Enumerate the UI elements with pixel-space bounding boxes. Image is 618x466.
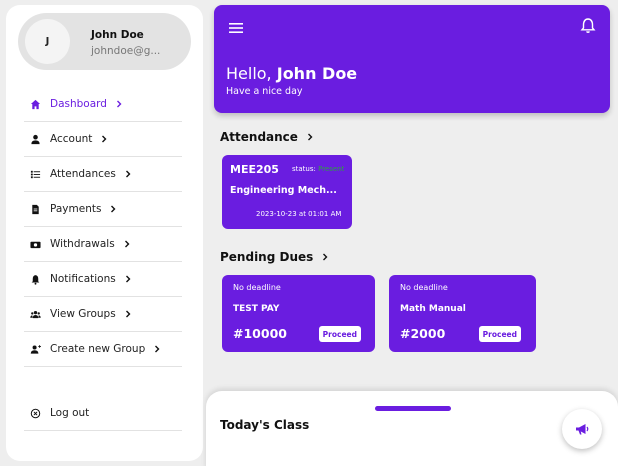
todays-class-sheet[interactable]: Today's Class xyxy=(206,391,618,466)
due-deadline: No deadline xyxy=(233,283,281,292)
due-card[interactable]: No deadline TEST PAY #10000 Proceed xyxy=(222,275,375,352)
logout-button[interactable]: Log out xyxy=(24,396,182,431)
sidebar-item-notifications[interactable]: Notifications xyxy=(24,262,182,297)
list-icon xyxy=(28,167,42,181)
pending-dues-title: Pending Dues xyxy=(220,250,314,264)
profile-card[interactable]: J John Doe johndoe@g... xyxy=(18,13,191,70)
profile-name: John Doe xyxy=(91,29,144,41)
greeting-prefix: Hello, xyxy=(226,64,272,83)
sidebar-item-label: Notifications xyxy=(50,273,116,285)
proceed-button[interactable]: Proceed xyxy=(478,326,521,342)
attendance-status: status: Present xyxy=(292,165,344,173)
money-icon xyxy=(28,237,42,251)
header-card: Hello, John Doe Have a nice day xyxy=(214,5,610,113)
megaphone-fab-button[interactable] xyxy=(562,409,602,449)
sidebar-item-withdrawals[interactable]: Withdrawals xyxy=(24,227,182,262)
todays-class-title: Today's Class xyxy=(220,418,310,432)
sidebar: J John Doe johndoe@g... Dashboard Accoun… xyxy=(6,5,203,461)
chevron-right-icon xyxy=(109,205,117,213)
greeting: Hello, John Doe xyxy=(226,64,357,83)
chevron-right-icon xyxy=(124,310,132,318)
sidebar-item-create-group[interactable]: Create new Group xyxy=(24,332,182,367)
home-icon xyxy=(28,97,42,111)
profile-email: johndoe@g... xyxy=(91,45,161,57)
chevron-right-icon xyxy=(124,170,132,178)
sidebar-nav: Dashboard Account Attendances Payments W… xyxy=(24,87,182,367)
bell-icon xyxy=(28,272,42,286)
sidebar-item-dashboard[interactable]: Dashboard xyxy=(24,87,182,122)
megaphone-icon xyxy=(574,421,590,437)
sidebar-item-label: Create new Group xyxy=(50,343,146,355)
sidebar-item-label: Attendances xyxy=(50,168,116,180)
due-deadline: No deadline xyxy=(400,283,448,292)
due-amount: #2000 xyxy=(400,326,446,341)
chevron-right-icon xyxy=(100,135,108,143)
chevron-right-icon xyxy=(124,275,132,283)
chevron-right-icon xyxy=(123,240,131,248)
person-icon xyxy=(28,132,42,146)
attendance-card[interactable]: MEE205 status: Present Engineering Mech.… xyxy=(222,155,352,229)
sidebar-item-label: Account xyxy=(50,133,93,145)
avatar: J xyxy=(25,19,70,64)
greeting-name: John Doe xyxy=(276,64,358,83)
bell-icon[interactable] xyxy=(580,17,596,34)
sidebar-item-label: Withdrawals xyxy=(50,238,115,250)
sidebar-item-label: Payments xyxy=(50,203,102,215)
receipt-icon xyxy=(28,202,42,216)
menu-icon[interactable] xyxy=(228,20,244,34)
proceed-button[interactable]: Proceed xyxy=(318,326,361,342)
chevron-right-icon xyxy=(306,133,314,141)
logout-label: Log out xyxy=(50,407,90,419)
sidebar-item-payments[interactable]: Payments xyxy=(24,192,182,227)
status-label: status: xyxy=(292,165,316,173)
pending-dues-section-title[interactable]: Pending Dues xyxy=(220,250,329,264)
due-amount: #10000 xyxy=(233,326,287,341)
attendance-section-title[interactable]: Attendance xyxy=(220,130,314,144)
sidebar-item-label: Dashboard xyxy=(50,98,107,110)
sidebar-item-view-groups[interactable]: View Groups xyxy=(24,297,182,332)
logout-icon xyxy=(28,406,42,420)
course-code: MEE205 xyxy=(230,163,279,176)
add-person-icon xyxy=(28,342,42,356)
chevron-right-icon xyxy=(321,253,329,261)
group-icon xyxy=(28,307,42,321)
sidebar-item-account[interactable]: Account xyxy=(24,122,182,157)
due-name: Math Manual xyxy=(400,304,466,314)
status-badge: Present xyxy=(318,165,345,173)
chevron-right-icon xyxy=(115,100,123,108)
attendance-date: 2023-10-23 at 01:01 AM xyxy=(256,210,342,218)
attendance-title: Attendance xyxy=(220,130,298,144)
course-name: Engineering Mech... xyxy=(230,185,337,196)
sidebar-item-attendances[interactable]: Attendances xyxy=(24,157,182,192)
sidebar-item-label: View Groups xyxy=(50,308,116,320)
chevron-right-icon xyxy=(153,345,161,353)
due-card[interactable]: No deadline Math Manual #2000 Proceed xyxy=(389,275,536,352)
greeting-subtitle: Have a nice day xyxy=(226,86,303,97)
due-name: TEST PAY xyxy=(233,304,280,314)
sheet-drag-handle[interactable] xyxy=(375,406,451,411)
